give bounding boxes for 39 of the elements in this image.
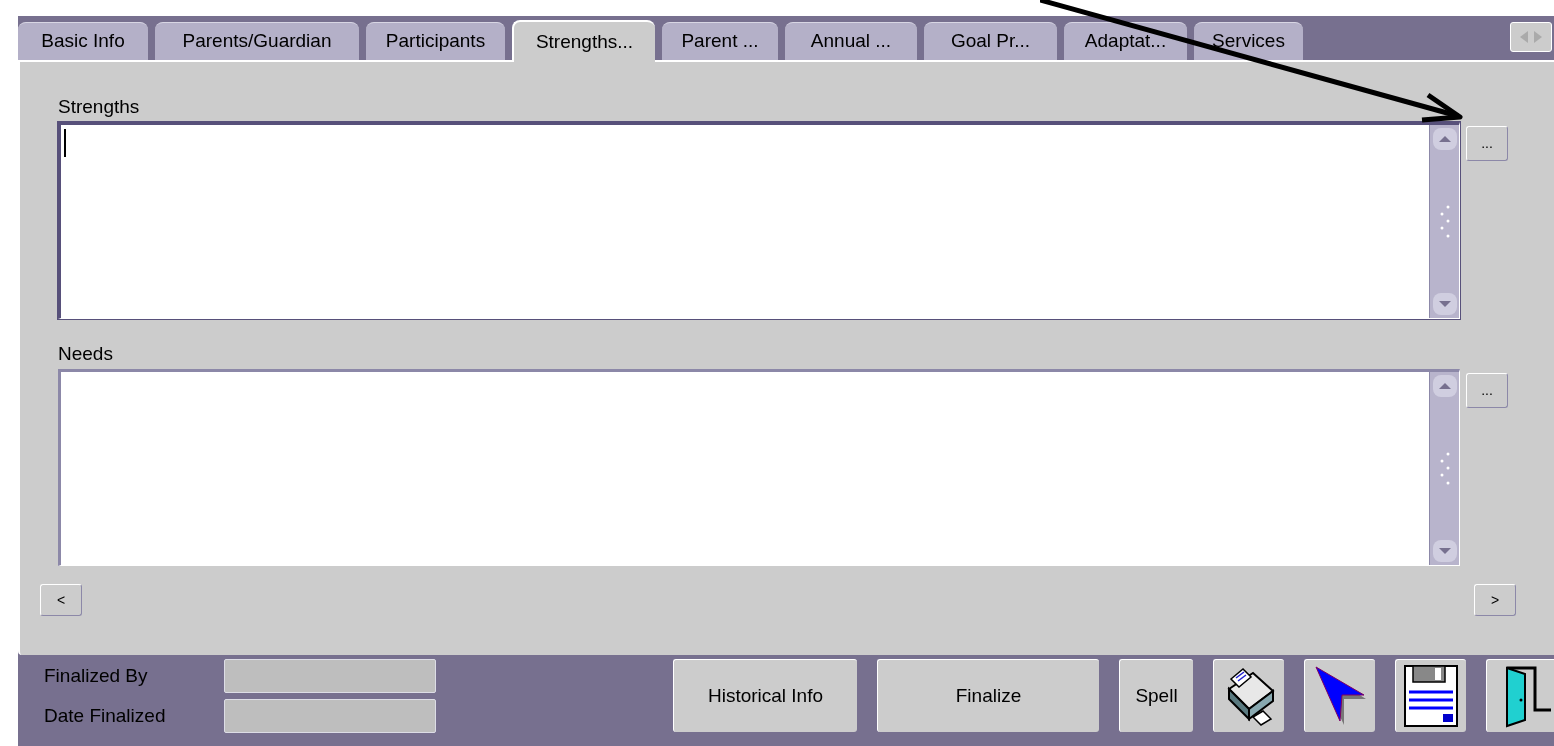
tab[interactable]: Services <box>1194 22 1303 60</box>
tab[interactable]: Participants <box>366 22 505 60</box>
vertical-scrollbar[interactable] <box>1429 372 1459 565</box>
tab[interactable]: Basic Info <box>18 22 148 60</box>
tab[interactable]: Adaptat... <box>1064 22 1187 60</box>
tab[interactable]: Parents/Guardian <box>155 22 359 60</box>
field-label: Finalized By <box>44 663 149 688</box>
footer-button[interactable]: Finalize <box>877 659 1099 732</box>
tab-scroll-button[interactable] <box>1510 22 1552 52</box>
toolbar-button[interactable] <box>1304 659 1375 732</box>
expand-button[interactable]: ... <box>1466 373 1508 408</box>
text-area[interactable] <box>58 369 1460 566</box>
toolbar-button[interactable] <box>1486 659 1554 732</box>
expand-button[interactable]: ... <box>1466 126 1508 161</box>
vertical-scrollbar[interactable] <box>1429 125 1459 318</box>
grip-dots-icon <box>1438 450 1451 487</box>
toolbar-button[interactable] <box>1213 659 1284 732</box>
next-button[interactable]: > <box>1474 584 1516 616</box>
text-cursor <box>64 129 66 157</box>
footer-button[interactable]: Spell <box>1119 659 1193 732</box>
scroll-down-icon[interactable] <box>1431 292 1458 316</box>
tab[interactable]: Strengths... <box>512 20 655 62</box>
read-only-field[interactable] <box>224 659 436 693</box>
tab[interactable]: Parent ... <box>662 22 778 60</box>
field-label: Needs <box>58 343 114 365</box>
previous-button[interactable]: < <box>40 584 82 616</box>
field-label: Strengths <box>58 96 141 118</box>
toolbar-button[interactable] <box>1395 659 1466 732</box>
grip-dots-icon <box>1438 203 1451 240</box>
scroll-up-icon[interactable] <box>1431 127 1458 151</box>
left-right-arrows-icon <box>1520 31 1542 43</box>
read-only-field[interactable] <box>224 699 436 733</box>
field-label: Date Finalized <box>44 703 167 728</box>
text-area[interactable] <box>58 122 1460 319</box>
scroll-up-icon[interactable] <box>1431 374 1458 398</box>
footer-button[interactable]: Historical Info <box>673 659 857 732</box>
tab[interactable]: Annual ... <box>785 22 917 60</box>
scroll-down-icon[interactable] <box>1431 539 1458 563</box>
tab[interactable]: Goal Pr... <box>924 22 1057 60</box>
